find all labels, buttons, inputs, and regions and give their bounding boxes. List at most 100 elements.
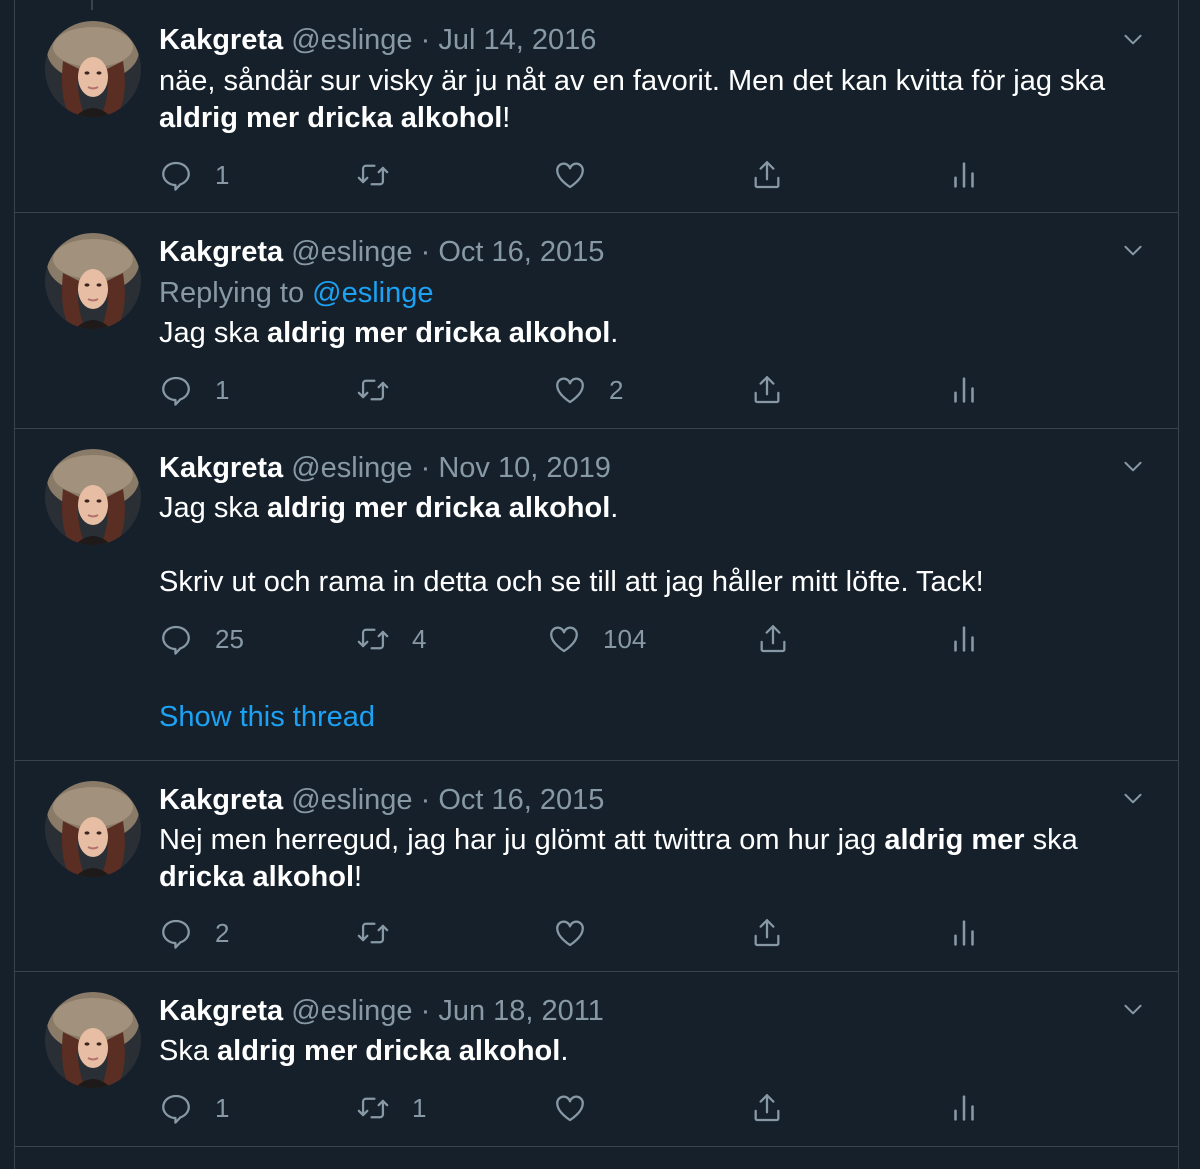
like-count: 104 [603, 623, 647, 654]
heart-icon [547, 622, 581, 656]
reply-button[interactable]: 25 [159, 619, 244, 659]
timestamp[interactable]: Jul 14, 2016 [438, 24, 596, 56]
tweet-text: Jag ska aldrig mer dricka alkohol. [159, 490, 1149, 527]
retweet-icon [356, 158, 390, 192]
chevron-down-icon[interactable] [1120, 785, 1146, 811]
timestamp[interactable]: Nov 10, 2019 [438, 452, 611, 484]
tweet-text-end: . [610, 492, 619, 524]
tweet-text-bold: aldrig mer dricka alkohol [267, 317, 611, 349]
reply-count: 25 [215, 623, 244, 654]
replying-to-label: Replying to [159, 277, 313, 309]
share-button[interactable] [750, 913, 784, 953]
display-name[interactable]: Kakgreta [159, 452, 283, 484]
analytics-button[interactable] [947, 155, 981, 195]
show-thread-link[interactable]: Show this thread [159, 701, 375, 734]
handle[interactable]: @eslinge [291, 995, 412, 1027]
handle[interactable]: @eslinge [291, 24, 412, 56]
avatar[interactable] [45, 449, 141, 545]
handle[interactable]: @eslinge [291, 236, 412, 268]
retweet-icon [356, 1091, 390, 1125]
timeline: Kakgreta @eslinge · Jul 14, 2016 näe, så… [14, 0, 1179, 1169]
tweet-text: näe, såndär sur visky är ju nåt av en fa… [159, 63, 1149, 137]
reply-icon [159, 916, 193, 950]
analytics-button[interactable] [947, 1088, 981, 1128]
retweet-button[interactable] [356, 370, 412, 410]
retweet-button[interactable] [356, 155, 412, 195]
retweet-button[interactable] [356, 913, 412, 953]
tweet-actions: 25 4 104 [159, 619, 1149, 659]
tweet[interactable]: Kakgreta @eslinge · Nov 10, 2019 Jag ska… [15, 429, 1178, 761]
tweet-text-bold: aldrig mer [884, 824, 1025, 856]
share-button[interactable] [750, 1088, 784, 1128]
tweet-text-end: ! [502, 102, 511, 134]
reply-count: 2 [215, 917, 230, 948]
retweet-button[interactable]: 4 [356, 619, 426, 659]
avatar[interactable] [45, 233, 141, 329]
mention-link[interactable]: @eslinge [312, 277, 433, 309]
tweet[interactable]: Kakgreta @eslinge · Oct 16, 2015 Replyin… [15, 213, 1178, 429]
timestamp[interactable]: Oct 16, 2015 [438, 784, 604, 816]
tweet-actions: 1 1 [159, 1088, 1149, 1128]
like-button[interactable] [553, 155, 609, 195]
display-name[interactable]: Kakgreta [159, 784, 283, 816]
reply-button[interactable]: 1 [159, 1088, 229, 1128]
reply-button[interactable]: 1 [159, 370, 229, 410]
separator-dot: · [420, 452, 431, 484]
retweet-icon [356, 373, 390, 407]
timestamp[interactable]: Oct 16, 2015 [438, 236, 604, 268]
chevron-down-icon[interactable] [1120, 237, 1146, 263]
like-button[interactable] [553, 913, 609, 953]
analytics-button[interactable] [947, 913, 981, 953]
share-icon [750, 916, 784, 950]
tweet-text-middle: ska [1024, 824, 1078, 856]
tweet-text-bold: aldrig mer dricka alkohol [217, 1035, 561, 1067]
chevron-down-icon[interactable] [1120, 26, 1146, 52]
avatar[interactable] [45, 781, 141, 877]
tweet[interactable]: Kakgreta @eslinge · Oct 16, 2015 Nej men… [15, 761, 1178, 972]
tweet-header: Kakgreta @eslinge · Oct 16, 2015 [159, 782, 604, 818]
avatar[interactable] [45, 21, 141, 117]
display-name[interactable]: Kakgreta [159, 995, 283, 1027]
share-button[interactable] [756, 619, 790, 659]
reply-button[interactable]: 1 [159, 155, 229, 195]
retweet-button[interactable]: 1 [356, 1088, 426, 1128]
chevron-down-icon[interactable] [1120, 453, 1146, 479]
tweet[interactable]: Kakgreta @eslinge · Jun 18, 2011 Ska ald… [15, 972, 1178, 1147]
share-button[interactable] [750, 155, 784, 195]
retweet-icon [356, 622, 390, 656]
like-button[interactable] [553, 1088, 609, 1128]
retweet-icon [356, 916, 390, 950]
analytics-icon [947, 1091, 981, 1125]
tweet[interactable]: Kakgreta @eslinge · Jul 14, 2016 näe, så… [15, 0, 1178, 213]
tweet-text-bold: aldrig mer dricka alkohol [267, 492, 611, 524]
tweet-text: Nej men herregud, jag har ju glömt att t… [159, 822, 1149, 896]
analytics-icon [947, 916, 981, 950]
analytics-button[interactable] [947, 370, 981, 410]
tweet-text-end: . [610, 317, 619, 349]
reply-button[interactable]: 2 [159, 913, 229, 953]
analytics-button[interactable] [947, 619, 981, 659]
handle[interactable]: @eslinge [291, 784, 412, 816]
heart-icon [553, 373, 587, 407]
separator-dot: · [420, 995, 431, 1027]
tweet-text: Ska aldrig mer dricka alkohol. [159, 1033, 1149, 1070]
share-icon [750, 1091, 784, 1125]
display-name[interactable]: Kakgreta [159, 236, 283, 268]
tweet-text-part: Nej men herregud, jag har ju glömt att t… [159, 824, 885, 856]
retweet-count: 4 [412, 623, 427, 654]
like-button[interactable]: 104 [547, 619, 646, 659]
replying-to: Replying to @eslinge [159, 275, 434, 311]
tweet-header: Kakgreta @eslinge · Nov 10, 2019 [159, 450, 611, 486]
avatar[interactable] [45, 992, 141, 1088]
tweet-text: Jag ska aldrig mer dricka alkohol. [159, 315, 1149, 352]
like-count: 2 [609, 374, 624, 405]
heart-icon [553, 1091, 587, 1125]
like-button[interactable]: 2 [553, 370, 623, 410]
display-name[interactable]: Kakgreta [159, 24, 283, 56]
share-icon [750, 158, 784, 192]
share-button[interactable] [750, 370, 784, 410]
timestamp[interactable]: Jun 18, 2011 [438, 995, 604, 1027]
handle[interactable]: @eslinge [291, 452, 412, 484]
chevron-down-icon[interactable] [1120, 996, 1146, 1022]
share-icon [756, 622, 790, 656]
